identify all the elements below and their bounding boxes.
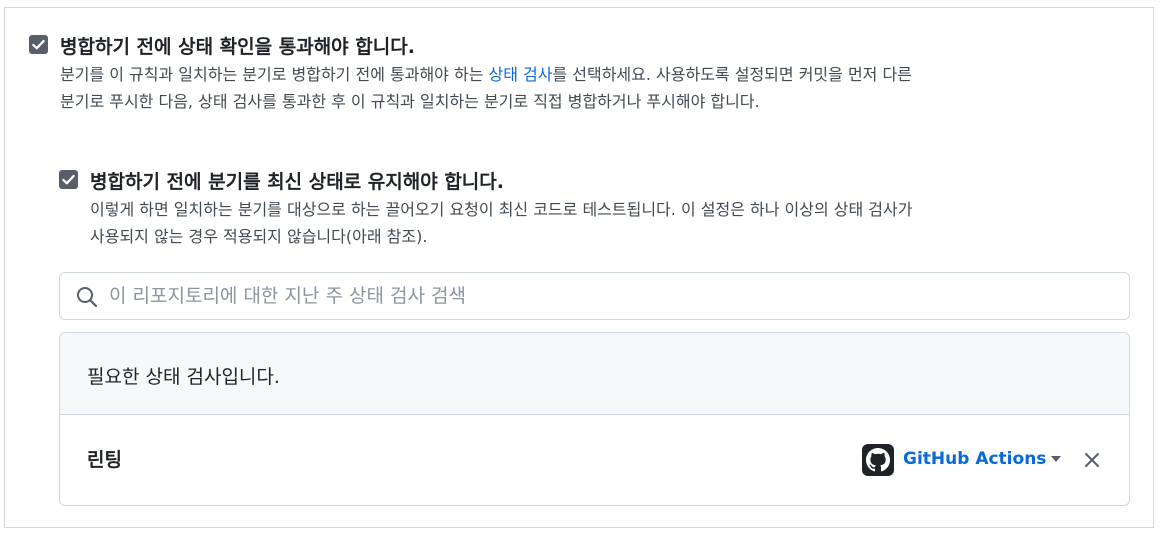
close-icon[interactable] [1084,452,1100,468]
require-up-to-date-description: 이렇게 하면 일치하는 분기를 대상으로 하는 끌어오기 요청이 최신 코드로 … [90,196,1140,250]
require-status-checks-description: 분기를 이 규칙과 일치하는 분기로 병합하기 전에 통과해야 하는 상태 검사… [60,61,1140,115]
status-checks-link[interactable]: 상태 검사 [489,65,553,84]
app-selector-button[interactable]: GitHub Actions [903,449,1046,469]
require-up-to-date-checkbox[interactable] [59,170,78,189]
description-text: 를 선택하세요. 사용하도록 설정되면 커밋을 먼저 다른 [552,65,912,84]
require-status-checks-checkbox[interactable] [29,35,48,54]
checkmark-icon [62,174,75,185]
caret-down-icon[interactable] [1050,455,1062,463]
checkmark-icon [32,39,45,50]
github-mark-icon [862,444,894,476]
search-input[interactable] [109,279,1109,313]
require-status-checks-title: 병합하기 전에 상태 확인을 통과해야 합니다. [60,36,415,58]
search-icon [77,287,98,308]
description-text: 사용되지 않는 경우 적용되지 않습니다(아래 참조). [90,227,428,246]
required-checks-header: 필요한 상태 검사입니다. [60,333,1129,415]
status-check-search [59,272,1130,320]
require-up-to-date-title: 병합하기 전에 분기를 최신 상태로 유지해야 합니다. [90,171,504,193]
description-text: 분기로 푸시한 다음, 상태 검사를 통과한 후 이 규칙과 일치하는 분기로 … [60,92,760,111]
required-checks-list: 필요한 상태 검사입니다. 린팅 GitHub Actions [59,332,1130,506]
description-text: 이렇게 하면 일치하는 분기를 대상으로 하는 끌어오기 요청이 최신 코드로 … [90,200,913,219]
description-text: 분기를 이 규칙과 일치하는 분기로 병합하기 전에 통과해야 하는 [60,65,489,84]
required-checks-header-label: 필요한 상태 검사입니다. [87,366,280,388]
check-name: 린팅 [87,449,122,471]
